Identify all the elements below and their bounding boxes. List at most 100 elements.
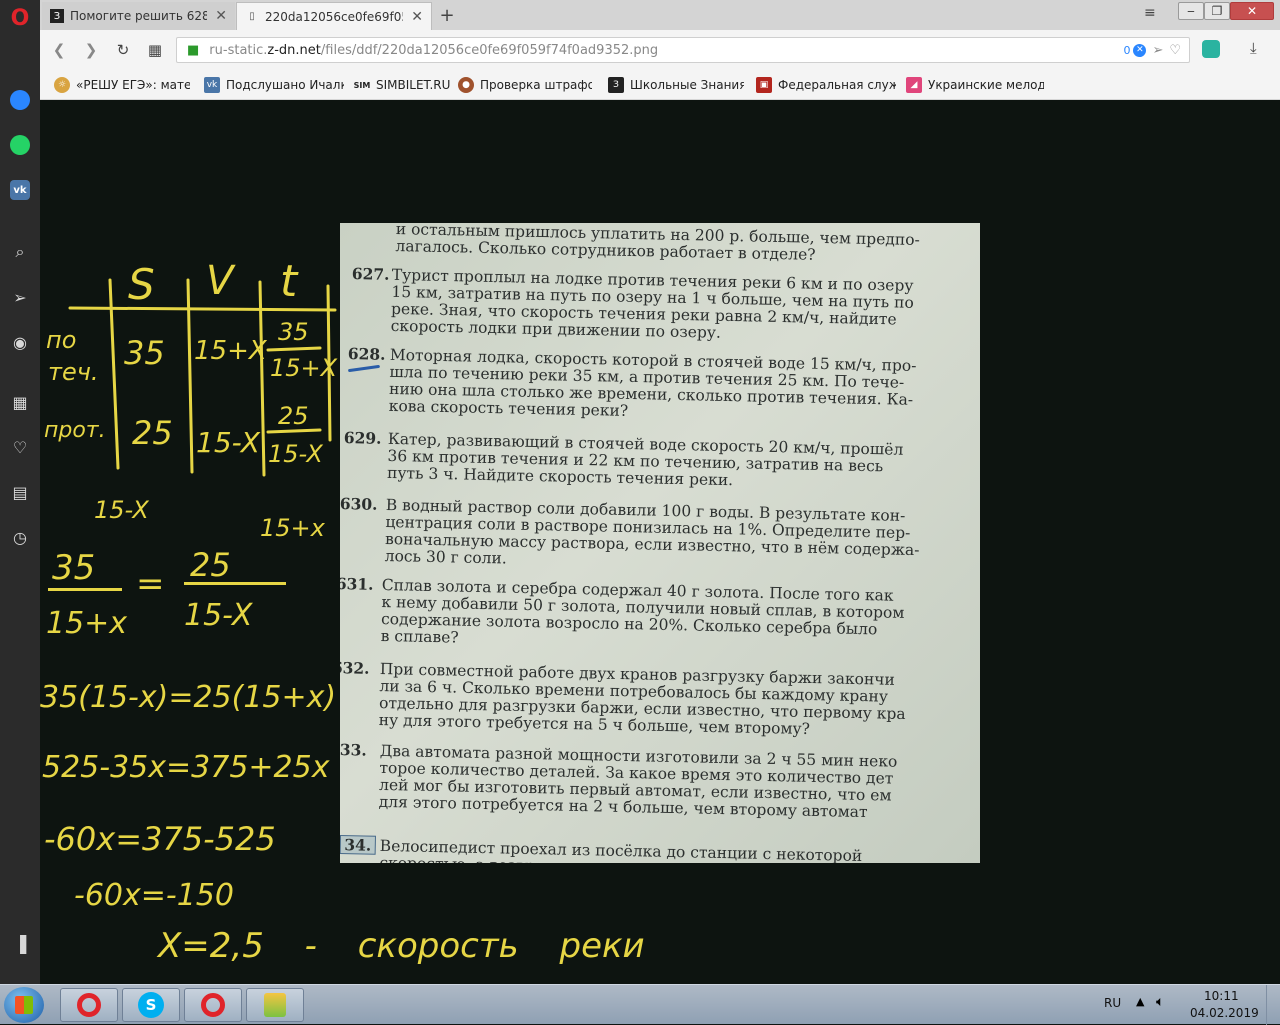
col-header-t: t	[280, 256, 298, 307]
problem-630: 630. В водный раствор соли добавили 100 г…	[340, 494, 920, 568]
vk-icon[interactable]: vk	[8, 178, 32, 202]
reload-button[interactable]: ↻	[112, 39, 134, 61]
search-icon[interactable]: ⌕	[8, 240, 32, 264]
tab-menu-icon[interactable]: ≡	[1144, 5, 1156, 21]
show-desktop-button[interactable]	[1266, 985, 1280, 1025]
frac1-num: 35	[52, 548, 96, 588]
problem-628: 628. Моторная лодка, скорость которой в с…	[347, 344, 917, 420]
clock-time[interactable]: 10:11	[1204, 989, 1239, 1003]
heart-icon[interactable]: ♡	[8, 435, 32, 459]
frac2-bar	[184, 582, 286, 585]
clock-date[interactable]: 04.02.2019	[1190, 1006, 1259, 1020]
speed-dial-button[interactable]: ▦	[144, 39, 166, 61]
znanija-icon: З	[50, 9, 64, 23]
frac1-bar	[48, 588, 122, 591]
frac2-num: 25	[190, 546, 231, 584]
r1-t-num: 35	[278, 318, 309, 346]
bookmark-znanija[interactable]: ЗШкольные Знания.c	[608, 76, 744, 94]
problem-634: 34. Велосипедист проехал из посёлка до ст…	[340, 835, 862, 863]
maximize-button[interactable]: ❐	[1204, 2, 1230, 20]
opera-icon	[201, 993, 225, 1017]
history-clock-icon[interactable]: ◷	[8, 525, 32, 549]
start-button[interactable]	[4, 987, 44, 1023]
bookmark-reshu[interactable]: ☼«РЕШУ ЕГЭ»: матема	[54, 76, 190, 94]
vk-icon: vk	[204, 77, 220, 93]
opera-sidebar: O vk ⌕ ➢ ◉ ▦ ♡ ▤ ◷ ▐	[0, 0, 40, 984]
fns-icon: ▣	[756, 77, 772, 93]
adblock-icon[interactable]: ✕	[1133, 43, 1147, 57]
problem-627: 627. Турист проплыл на лодке против течен…	[351, 264, 914, 342]
messenger-icon[interactable]	[8, 88, 32, 112]
bookmark-vk[interactable]: vk Подслушано Ичалки	[204, 76, 344, 94]
tab-bar: З Помогите решить 628. По ✕ ▯ 220da12056…	[40, 0, 1280, 30]
tab-title: 220da12056ce0fe69f059f7	[265, 9, 403, 24]
problem-633: 33. Два автомата разной мощности изготови…	[340, 740, 898, 822]
r2-t-num: 25	[278, 402, 309, 430]
volume-icon[interactable]: 🔈︎	[1156, 994, 1164, 1010]
send-icon[interactable]: ➢	[8, 285, 32, 309]
taskbar-opera-2[interactable]	[184, 988, 242, 1022]
window-close-button[interactable]: ✕	[1230, 2, 1274, 20]
url-input[interactable]: ■ ru-static. z-dn.net /files/ddf/220da12…	[176, 37, 1190, 63]
r1-t-den: 15+X	[270, 354, 338, 382]
col-header-s: S	[128, 260, 155, 309]
col-header-v: V	[206, 258, 234, 304]
tab-image[interactable]: ▯ 220da12056ce0fe69f059f7 ✕	[236, 2, 432, 30]
problem-631: 631. Сплав золота и серебра содержал 40 г…	[340, 574, 905, 647]
url-domain: z-dn.net	[267, 42, 321, 58]
row1-label-b: теч.	[48, 358, 99, 386]
close-icon[interactable]: ✕	[215, 8, 227, 24]
close-icon[interactable]: ✕	[411, 9, 423, 25]
taskbar-skype[interactable]: S	[122, 988, 180, 1022]
forward-button[interactable]: ❯	[80, 39, 102, 61]
bookmark-shtrafy[interactable]: ● Проверка штрафов	[458, 76, 592, 94]
sidebar-toggle-icon[interactable]: ▐	[8, 932, 32, 956]
camera-icon[interactable]: ◉	[8, 330, 32, 354]
equation-3: -60x=375-525	[44, 820, 276, 858]
znanija-icon: З	[608, 77, 624, 93]
whatsapp-icon[interactable]	[8, 133, 32, 157]
download-icon[interactable]: ⤓	[1250, 39, 1257, 57]
r2-s: 25	[132, 414, 173, 452]
address-bar-row: ❮ ❯ ↻ ▦ ■ ru-static. z-dn.net /files/ddf…	[40, 30, 1280, 70]
r1-s: 35	[124, 334, 165, 372]
apps-grid-icon[interactable]: ▦	[8, 390, 32, 414]
windows-logo-icon	[15, 996, 33, 1014]
language-indicator[interactable]: RU	[1104, 996, 1121, 1010]
opera-logo-icon[interactable]: O	[8, 6, 32, 31]
mult-right: 15+x	[260, 514, 325, 542]
skype-icon: S	[138, 992, 164, 1018]
adblock-count: 0	[1123, 43, 1131, 57]
minimize-button[interactable]: ‒	[1178, 2, 1204, 20]
frac1-den: 15+x	[46, 606, 128, 641]
r2-v: 15-X	[196, 426, 260, 459]
page-viewport: и остальным пришлось уплатить на 200 р. …	[40, 100, 1280, 984]
tray-arrow-icon[interactable]: ▲	[1136, 995, 1144, 1008]
row1-label-a: по	[46, 326, 77, 354]
bookmarks-bar: ☼«РЕШУ ЕГЭ»: матема vkПодслушано Ичалки …	[40, 70, 1280, 100]
problem-629: 629. Катер, развивающий в стоячей воде ск…	[343, 428, 904, 490]
windows-taskbar: S RU ▲ 🔈︎ 10:11 04.02.2019	[0, 984, 1280, 1025]
equation-4: -60x=-150	[74, 878, 234, 913]
share-icon[interactable]: ➢	[1152, 43, 1163, 58]
taskbar-opera[interactable]	[60, 988, 118, 1022]
answer: X=2,5 - скорость реки	[158, 926, 645, 966]
r1-v: 15+X	[194, 336, 267, 366]
frac2-den: 15-X	[184, 598, 253, 633]
tab-title: Помогите решить 628. По	[70, 9, 208, 23]
bookmark-fns[interactable]: ▣ Федеральная служб	[756, 76, 896, 94]
bookmark-heart-icon[interactable]: ♡	[1169, 43, 1181, 58]
news-icon[interactable]: ▤	[8, 480, 32, 504]
vpn-icon[interactable]	[1202, 40, 1220, 58]
police-icon: ●	[458, 77, 474, 93]
equation-1: 35(15-x)=25(15+x)	[40, 680, 337, 715]
url-path: /files/ddf/220da12056ce0fe69f059f74f0ad9…	[320, 42, 659, 58]
bookmark-simbilet[interactable]: SIM SIMBILET.RU	[354, 76, 450, 94]
bookmark-ukr[interactable]: ◢ Украинские мелодр	[906, 76, 1044, 94]
tab-znanija[interactable]: З Помогите решить 628. По ✕	[42, 2, 235, 30]
new-tab-button[interactable]: +	[436, 4, 458, 26]
r2-t-den: 15-X	[268, 440, 323, 468]
row2-label: прот.	[44, 418, 106, 443]
back-button[interactable]: ❮	[48, 39, 70, 61]
taskbar-paint[interactable]	[246, 988, 304, 1022]
